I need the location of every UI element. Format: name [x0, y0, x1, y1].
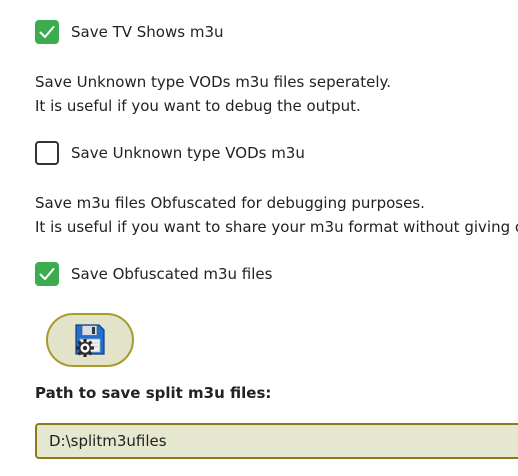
save-tv-shows-checkbox[interactable] [35, 20, 59, 44]
save-unknown-checkbox[interactable] [35, 141, 59, 165]
save-settings-button[interactable] [46, 313, 134, 367]
unknown-description-line2: It is useful if you want to debug the ou… [35, 97, 361, 115]
save-unknown-option[interactable]: Save Unknown type VODs m3u [35, 141, 305, 165]
obfuscated-description-line1: Save m3u files Obfuscated for debugging … [35, 194, 425, 212]
path-label: Path to save split m3u files: [35, 384, 272, 402]
floppy-disk-gear-icon [75, 324, 105, 357]
save-unknown-label: Save Unknown type VODs m3u [71, 144, 305, 162]
obfuscated-description: Save m3u files Obfuscated for debugging … [35, 191, 518, 239]
save-obfuscated-checkbox[interactable] [35, 262, 59, 286]
unknown-description: Save Unknown type VODs m3u files seperat… [35, 70, 391, 118]
save-tv-shows-label: Save TV Shows m3u [71, 23, 224, 41]
checkmark-icon [39, 26, 55, 38]
save-tv-shows-option[interactable]: Save TV Shows m3u [35, 20, 224, 44]
settings-panel: Save TV Shows m3u Save Unknown type VODs… [0, 0, 518, 476]
unknown-description-line1: Save Unknown type VODs m3u files seperat… [35, 73, 391, 91]
checkmark-icon [39, 268, 55, 280]
save-obfuscated-label: Save Obfuscated m3u files [71, 265, 273, 283]
save-obfuscated-option[interactable]: Save Obfuscated m3u files [35, 262, 272, 286]
obfuscated-description-line2: It is useful if you want to share your m… [35, 218, 518, 236]
path-input[interactable] [35, 423, 518, 459]
